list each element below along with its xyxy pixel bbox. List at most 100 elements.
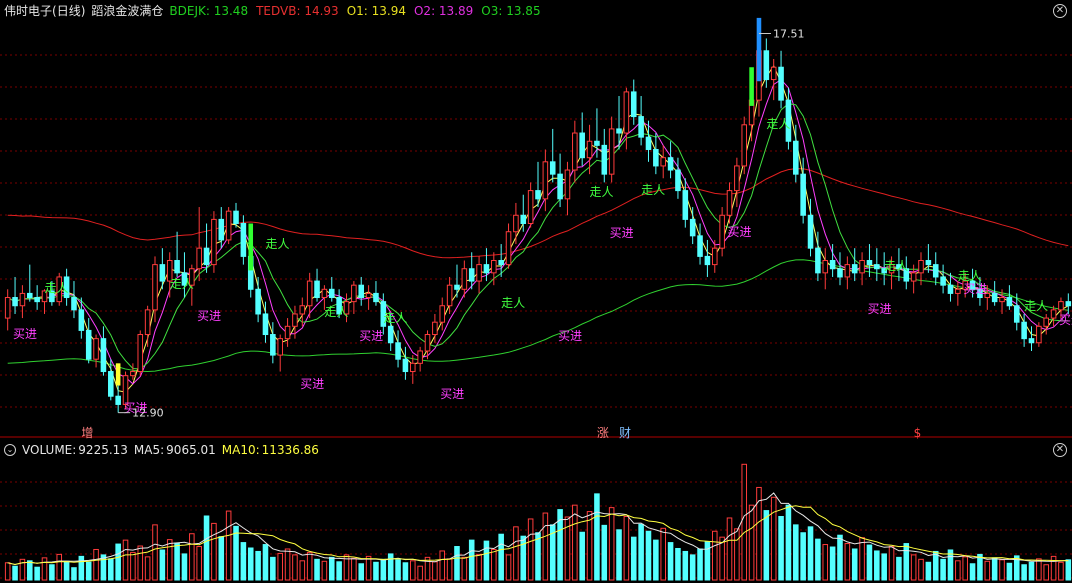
volume-bar [697,548,703,581]
volume-bar [417,565,423,581]
candle-body [292,313,298,327]
candle-body [108,371,114,397]
volume-bar [645,530,652,581]
volume-bar [373,561,379,581]
candle-body [601,144,608,175]
candle-body [594,140,600,146]
volume-bar [991,557,998,581]
volume-bar [270,556,276,581]
candle-body [130,371,136,377]
volume-bar [454,546,460,581]
volume-bar [689,554,696,581]
candle-body [807,214,814,249]
volume-bar [321,560,328,581]
candle-body [925,260,932,266]
candle-body [240,223,247,257]
volume-bar [218,536,225,581]
volume-bar [395,559,401,581]
volume-bar [925,561,932,581]
close-icon[interactable]: ✕ [1053,4,1067,18]
volume-bar [196,546,202,581]
volume-bar [579,531,585,581]
close-icon[interactable]: ✕ [1053,443,1067,457]
volume-bar [85,561,92,581]
volume-bar [601,524,608,581]
signal-bar [749,67,754,106]
volume-bar [159,549,166,581]
volume-bar [741,463,748,581]
volume-bar [299,560,306,581]
volume-bar [476,553,482,581]
candle-body [520,214,527,225]
volume-bar [306,551,313,581]
volume-bar [365,555,372,581]
volume-bar [174,542,180,581]
buy-signal-label: 买进 [558,329,582,343]
volume-bar [623,515,630,581]
volume-bar [402,562,409,581]
candle-body [734,165,740,192]
volume-bar [1006,562,1013,581]
volume-bar [225,510,232,581]
candle-body [152,264,158,311]
collapse-icon[interactable]: ⌄ [4,444,16,456]
candle-body [314,280,320,299]
volume-bar [822,544,829,581]
volume-bar [616,529,622,581]
period-label: (日线) [52,4,86,18]
candle-body [225,210,232,241]
volume-bar [93,548,99,581]
volume-bar [387,553,394,581]
candlestick-chart[interactable]: 买进买进买进买进买进买进买进买进买进买进买进买进买进走人走人走人走人走人走人走人… [0,0,1072,583]
candle-body [505,231,512,266]
volume-bar [1028,561,1035,581]
candle-body [262,313,269,336]
candle-body [432,321,438,336]
volume-bar [513,526,519,581]
candle-body [387,325,394,344]
volume-bar [969,563,976,581]
candle-body [85,329,92,360]
candle-body [395,342,401,360]
volume-bar [108,558,114,581]
candle-body [991,292,998,303]
candle-body [373,292,379,303]
volume-bar [328,556,335,581]
volume-bar [874,550,880,581]
candle-body [115,395,121,405]
volume-bar [748,504,755,581]
volume-bar [785,504,792,581]
candle-body [557,173,563,200]
volume-bar [527,518,534,581]
candle-body [446,284,453,307]
candle-body [483,264,490,274]
volume-bar [1043,564,1050,581]
candle-body [410,362,416,373]
volume-bar [778,515,784,581]
volume-bar [682,550,689,581]
candle-body [1028,338,1035,344]
volume-bar [630,536,637,581]
bdejk-line [7,259,1069,373]
candle-body [527,190,534,224]
candle-body [1050,309,1057,319]
candle-body [78,309,85,331]
event-markers: 增 涨财 $ [81,425,921,440]
volume-bar [410,560,416,581]
exit-signal-label: 走人 [1024,299,1048,313]
signal-bar [248,223,254,271]
volume-bar [461,556,468,581]
volume-bar [1036,558,1042,581]
volume-bar [71,567,77,581]
signal-bar [115,363,121,386]
candle-body [623,91,630,134]
buy-signal-label: 买进 [300,377,324,391]
volume-bar [498,533,504,581]
candle-body [100,338,107,373]
candle-body [535,190,541,200]
candle-body [196,247,202,270]
candle-body [328,288,335,299]
candle-body [306,280,313,307]
volume-bar [918,558,924,581]
candle-body [34,297,40,303]
